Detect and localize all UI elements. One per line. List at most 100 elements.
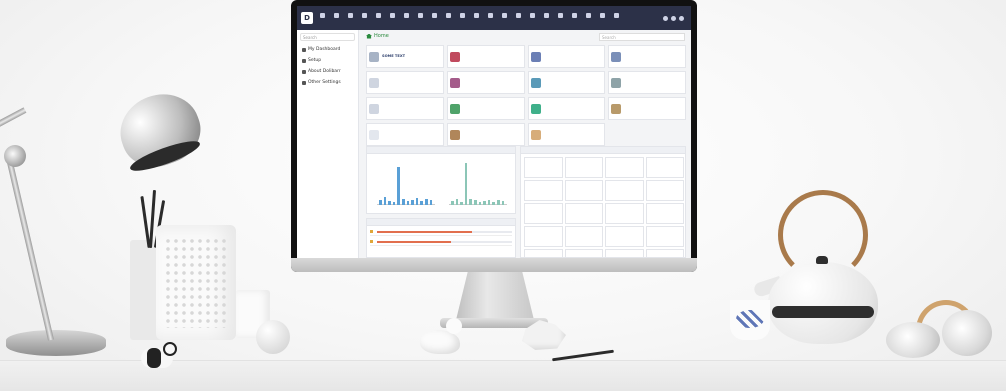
stat-tile[interactable] <box>645 157 684 178</box>
app-logo[interactable]: D <box>301 12 313 24</box>
stat-tile[interactable] <box>564 157 603 178</box>
info-icon <box>302 69 306 74</box>
box-icon <box>611 51 622 62</box>
top-nav-item[interactable] <box>443 11 454 25</box>
info-box[interactable] <box>366 123 444 146</box>
top-nav-item[interactable] <box>359 11 370 25</box>
info-box[interactable] <box>446 71 525 94</box>
top-nav-item[interactable] <box>597 11 608 25</box>
headphones <box>886 300 996 360</box>
chart-bar <box>474 199 477 205</box>
box-title: Some text <box>382 54 406 59</box>
progress-bar <box>377 230 512 233</box>
stat-tile[interactable] <box>524 203 563 224</box>
sidebar-item[interactable]: My Dashboard <box>297 44 358 55</box>
info-box[interactable] <box>608 71 686 94</box>
progress-bar <box>377 240 512 243</box>
search-input[interactable]: Search <box>599 33 685 41</box>
top-nav-item[interactable] <box>555 11 566 25</box>
sidebar-search-input[interactable]: Search <box>300 33 355 41</box>
list-item[interactable] <box>370 238 512 246</box>
stat-tile[interactable] <box>524 180 563 201</box>
top-nav-item[interactable] <box>611 11 622 25</box>
gear-icon <box>302 80 306 85</box>
top-nav-item[interactable] <box>415 11 426 25</box>
top-nav-item[interactable] <box>471 11 482 25</box>
top-nav-item[interactable] <box>345 11 356 25</box>
stat-tile[interactable] <box>564 180 603 201</box>
chart-bar <box>469 198 472 205</box>
stat-tile[interactable] <box>605 203 644 224</box>
info-box[interactable] <box>446 97 525 120</box>
stat-tile[interactable] <box>605 157 644 178</box>
dashboard-icon <box>302 47 306 52</box>
stat-tile[interactable] <box>564 226 603 247</box>
home-icon <box>366 33 372 39</box>
stat-tile[interactable] <box>605 249 644 258</box>
bell-icon[interactable] <box>663 15 668 21</box>
chart-bar <box>460 201 463 205</box>
breadcrumb[interactable]: Home <box>366 33 389 39</box>
info-box[interactable] <box>527 71 606 94</box>
top-nav-item[interactable] <box>331 11 342 25</box>
info-box[interactable] <box>527 45 606 68</box>
top-nav-item[interactable] <box>569 11 580 25</box>
chart-bar <box>406 200 410 205</box>
info-box[interactable]: Some text <box>366 45 444 68</box>
top-nav-item[interactable] <box>317 11 328 25</box>
info-box[interactable] <box>366 97 444 120</box>
top-nav-item[interactable] <box>527 11 538 25</box>
top-nav-item[interactable] <box>429 11 440 25</box>
top-nav-item[interactable] <box>401 11 412 25</box>
chart-bar <box>455 198 459 205</box>
stat-tile[interactable] <box>564 203 603 224</box>
sidebar-item[interactable]: Setup <box>297 55 358 66</box>
info-box[interactable] <box>446 123 525 146</box>
info-box[interactable] <box>446 45 525 68</box>
box-icon <box>369 103 379 114</box>
info-box[interactable] <box>608 97 686 120</box>
stat-tile[interactable] <box>524 226 563 247</box>
chart-bar <box>397 167 400 205</box>
box-icon <box>449 77 460 88</box>
chart-panel <box>366 146 516 214</box>
stat-tile[interactable] <box>605 226 644 247</box>
info-box[interactable] <box>527 97 606 120</box>
list-item[interactable] <box>370 228 512 236</box>
stat-tile[interactable] <box>605 180 644 201</box>
stat-tile[interactable] <box>524 249 563 258</box>
stat-tile[interactable] <box>524 157 563 178</box>
info-box[interactable] <box>366 71 444 94</box>
sidebar-item[interactable]: Other Settings <box>297 77 358 88</box>
box-icon <box>530 51 541 62</box>
info-box[interactable] <box>527 123 606 146</box>
stat-tile[interactable] <box>645 203 684 224</box>
stat-tile[interactable] <box>645 249 684 258</box>
stat-tile[interactable] <box>645 180 684 201</box>
sidebar-item-label: Setup <box>308 58 322 63</box>
box-icon <box>449 129 460 140</box>
top-nav-item[interactable] <box>485 11 496 25</box>
avatar[interactable] <box>679 15 684 21</box>
stat-tile[interactable] <box>645 226 684 247</box>
screen: D Search My Dashboard Setup About Dolibarr… <box>297 6 691 258</box>
top-nav-item[interactable] <box>373 11 384 25</box>
bookmark-icon[interactable] <box>671 15 676 21</box>
stat-tile[interactable] <box>564 249 603 258</box>
chart-bar <box>501 200 505 205</box>
top-nav-item[interactable] <box>387 11 398 25</box>
monitor-stand <box>456 272 534 320</box>
chart-bar <box>411 199 414 205</box>
top-nav-item[interactable] <box>457 11 468 25</box>
top-nav-item[interactable] <box>583 11 594 25</box>
chart-bar <box>402 198 405 205</box>
sidebar-item[interactable]: About Dolibarr <box>297 66 358 77</box>
top-nav-item[interactable] <box>513 11 524 25</box>
box-icon <box>530 77 541 88</box>
info-box[interactable] <box>608 45 686 68</box>
chart-panel-title <box>367 147 515 154</box>
top-nav-item[interactable] <box>499 11 510 25</box>
sidebar-item-label: Other Settings <box>308 80 341 85</box>
lamp-joint <box>4 145 26 167</box>
top-nav-item[interactable] <box>541 11 552 25</box>
